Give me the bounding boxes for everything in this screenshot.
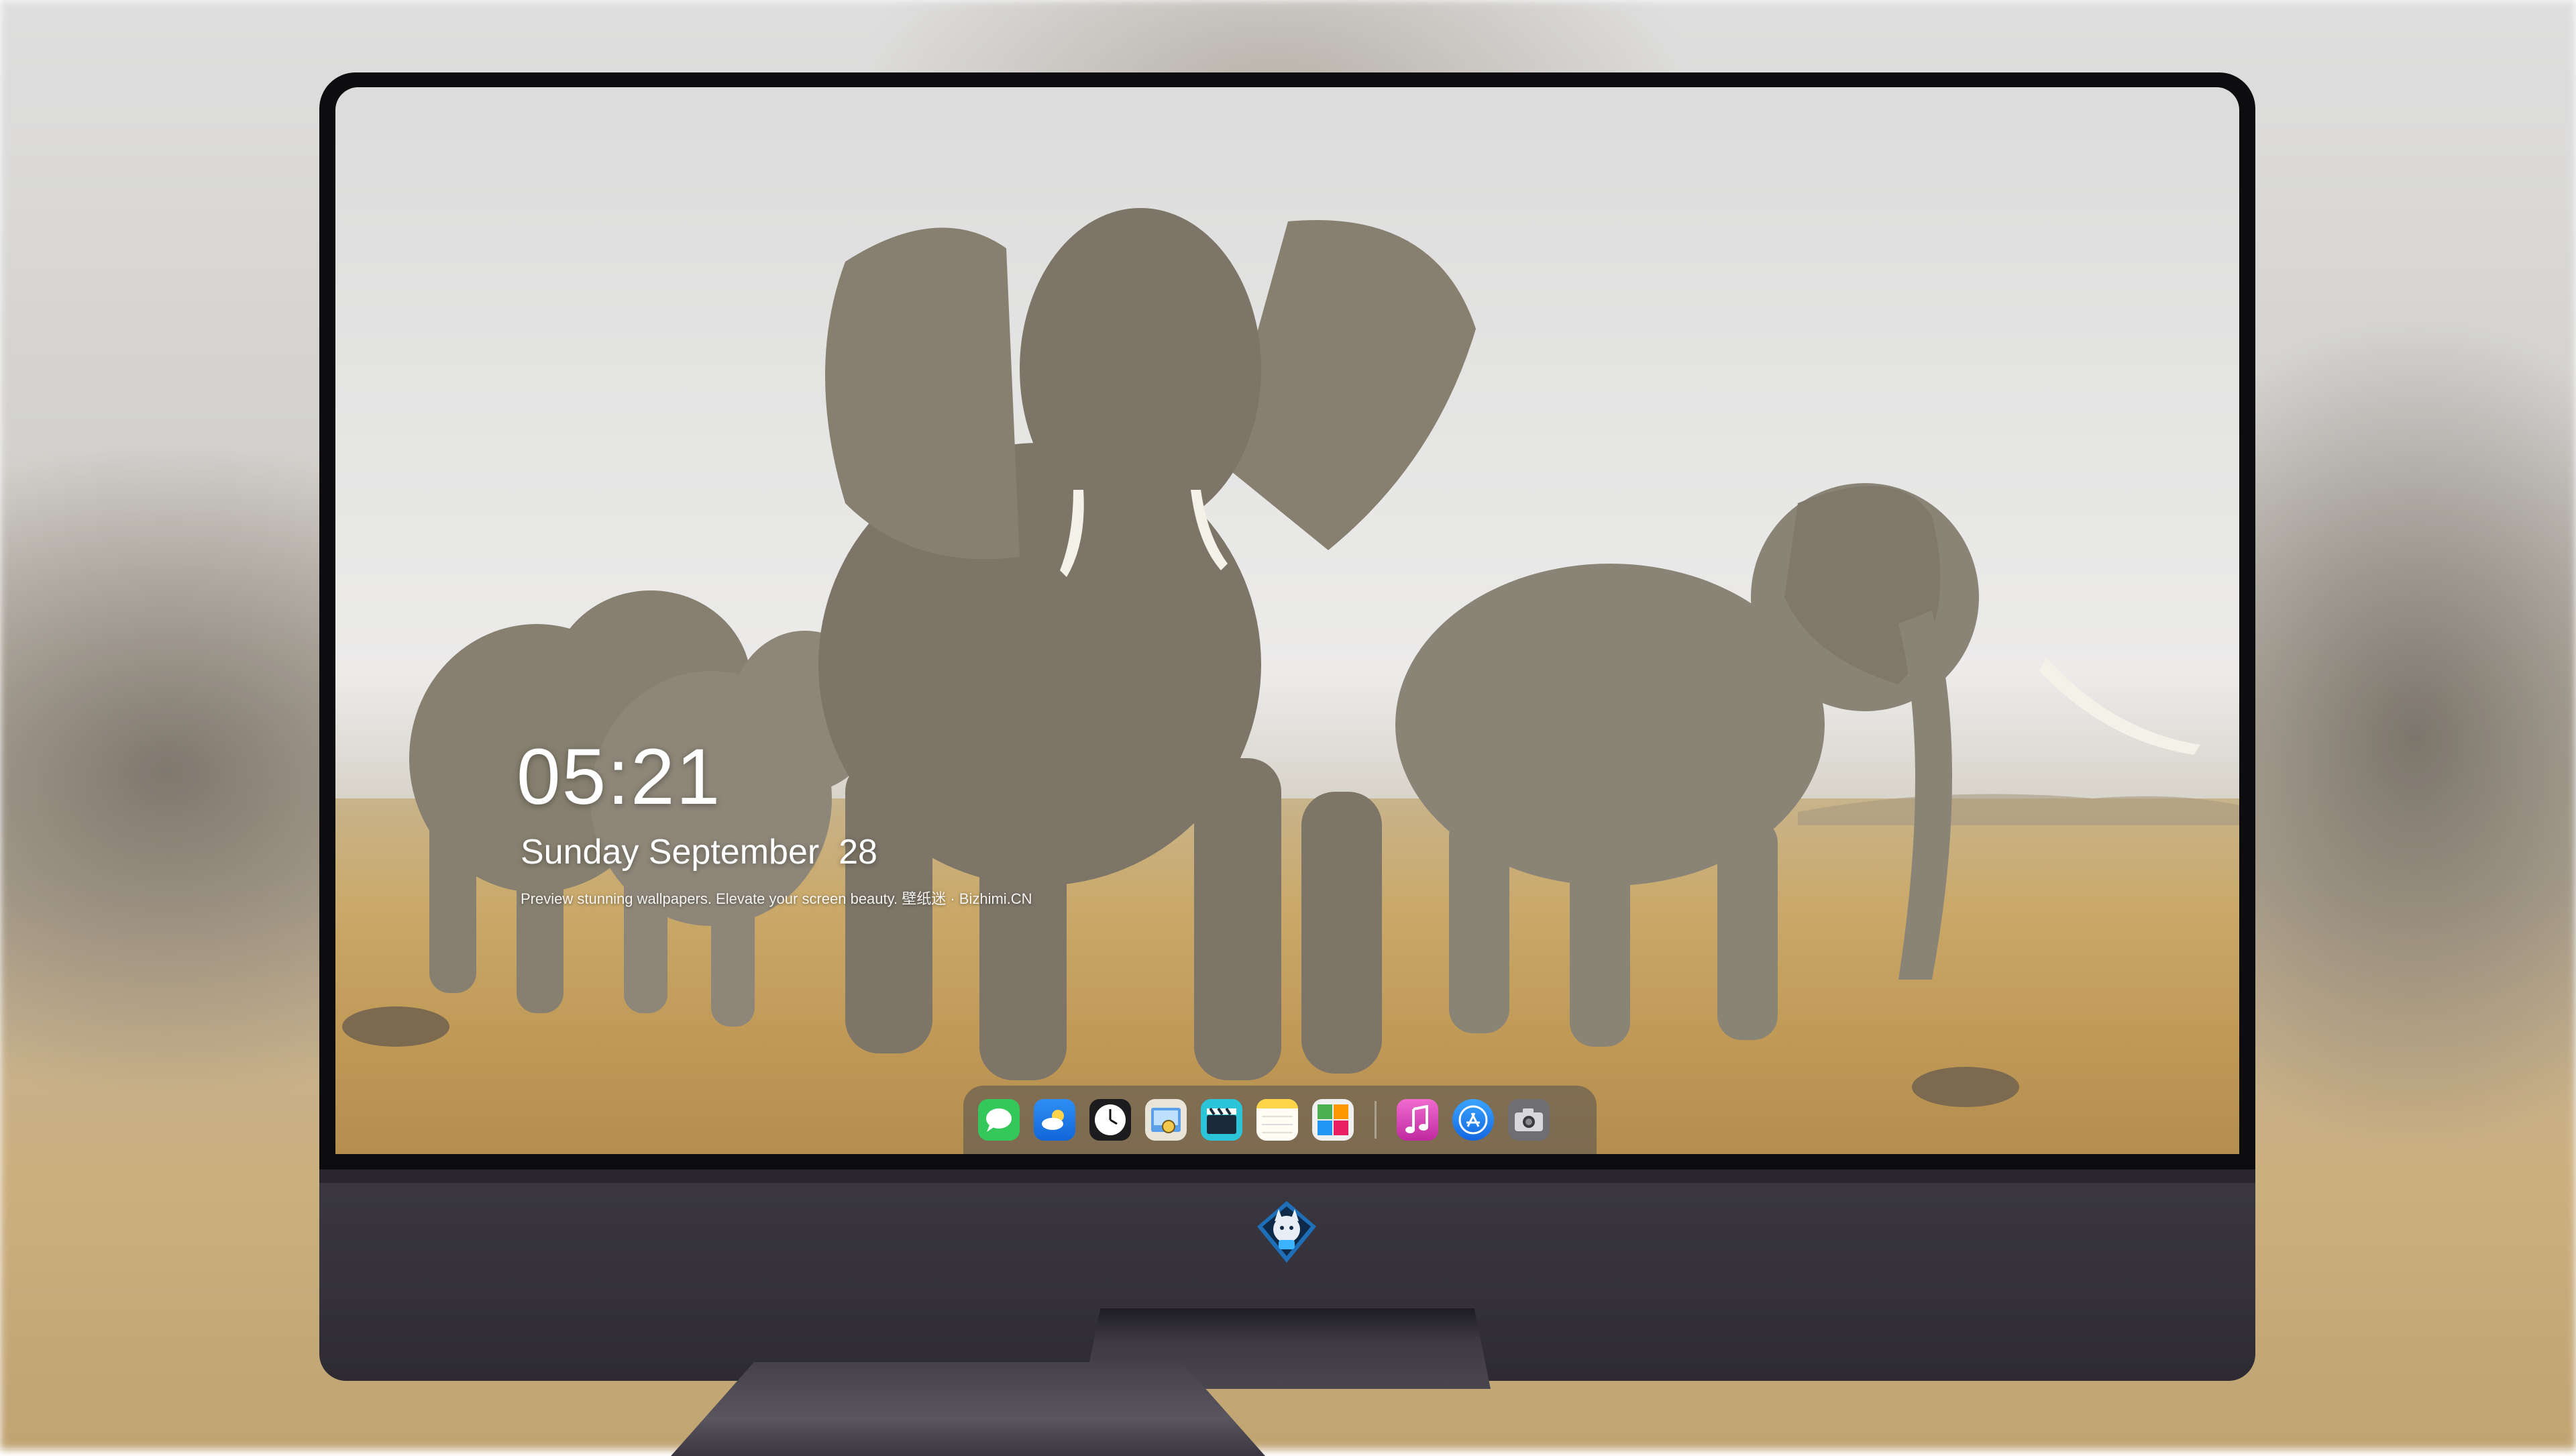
desktop-screen: 05:21 Sunday September 28 Preview stunni… [335,87,2239,1154]
app-store-icon[interactable] [1452,1099,1494,1141]
photos-grid-icon[interactable] [1312,1099,1354,1141]
monitor-stand-foot [671,1362,1265,1456]
lock-clock: 05:21 [517,733,722,821]
clapperboard-icon[interactable] [1201,1099,1242,1141]
elephant-herd-wallpaper [342,208,2239,1107]
preview-icon[interactable] [1145,1099,1187,1141]
monitor: 05:21 Sunday September 28 Preview stunni… [319,72,2255,1389]
monitor-chin-edge [319,1169,2255,1183]
dock-separator [1375,1101,1377,1139]
notes-icon[interactable] [1256,1099,1298,1141]
dock [963,1086,1597,1154]
mascot-logo-icon [1254,1200,1319,1264]
music-note-icon[interactable] [1397,1099,1438,1141]
messages-icon[interactable] [978,1099,1020,1141]
camera-icon[interactable] [1508,1099,1550,1141]
wallpaper-caption: Preview stunning wallpapers. Elevate you… [521,890,1032,907]
lock-date: Sunday September 28 [521,833,877,872]
weather-icon[interactable] [1034,1099,1075,1141]
clock-icon[interactable] [1089,1099,1131,1141]
